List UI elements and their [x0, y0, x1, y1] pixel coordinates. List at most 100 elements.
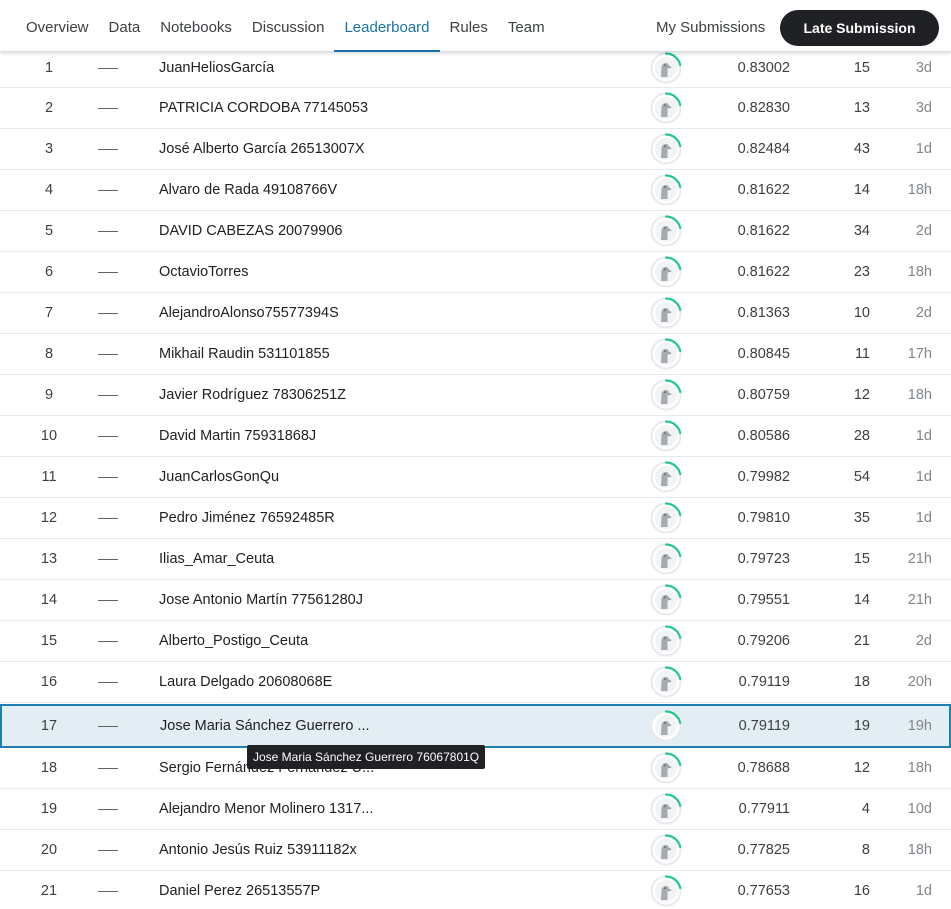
user-avatar-icon[interactable]: [650, 256, 682, 288]
table-row[interactable]: 21 Daniel Perez 26513557P 0.77653 16 1d: [0, 871, 951, 909]
table-row[interactable]: 14 Jose Antonio Martín 77561280J 0.79551 14…: [0, 580, 951, 621]
tab-notebooks[interactable]: Notebooks: [150, 0, 242, 52]
user-avatar-icon[interactable]: [650, 543, 682, 575]
table-row[interactable]: 20 Antonio Jesús Ruiz 53911182x 0.77825 8 18…: [0, 830, 951, 871]
rank-cell: 14: [40, 592, 58, 608]
last-submission-cell: 1d: [915, 141, 932, 157]
table-row[interactable]: 12 Pedro Jiménez 76592485R 0.79810 35 1d: [0, 498, 951, 539]
table-row[interactable]: 1 JuanHeliosGarcía 0.83002 15 3d: [0, 48, 951, 88]
table-row[interactable]: 8 Mikhail Raudin 531101855 0.80845 11 17h: [0, 334, 951, 375]
tab-team[interactable]: Team: [498, 0, 555, 52]
entries-cell: 43: [853, 141, 870, 157]
score-cell: 0.77653: [737, 883, 790, 899]
tab-rules[interactable]: Rules: [440, 0, 498, 52]
user-avatar-icon[interactable]: [650, 133, 682, 165]
rank-cell: 11: [41, 469, 57, 485]
team-name-link[interactable]: Antonio Jesús Ruiz 53911182x: [159, 830, 357, 871]
team-name-link[interactable]: Alejandro Menor Molinero 1317...: [159, 789, 373, 830]
rank-change-dash: [98, 149, 118, 150]
tab-overview[interactable]: Overview: [16, 0, 99, 52]
team-name-link[interactable]: PATRICIA CORDOBA 77145053: [159, 88, 368, 129]
entries-cell: 8: [861, 842, 870, 858]
team-name-link[interactable]: Daniel Perez 26513557P: [159, 871, 320, 909]
score-cell: 0.80759: [737, 387, 790, 403]
table-row[interactable]: 7 AlejandroAlonso75577394S 0.81363 10 2d: [0, 293, 951, 334]
table-row[interactable]: 15 Alberto_Postigo_Ceuta 0.79206 21 2d: [0, 621, 951, 662]
user-avatar-icon[interactable]: [650, 666, 682, 698]
team-name-link[interactable]: Jose Antonio Martín 77561280J: [159, 580, 363, 621]
table-row-highlighted[interactable]: 17 Jose Maria Sánchez Guerrero ... 0.79119…: [0, 704, 951, 748]
team-name-link[interactable]: Laura Delgado 20608068E: [159, 662, 332, 703]
team-name-link[interactable]: Alvaro de Rada 49108766V: [159, 170, 337, 211]
last-submission-cell: 1d: [915, 510, 932, 526]
rank-cell: 21: [40, 883, 58, 899]
user-avatar-icon[interactable]: [650, 710, 682, 742]
score-cell: 0.81622: [737, 182, 790, 198]
tab-discussion[interactable]: Discussion: [242, 0, 335, 52]
last-submission-cell: 2d: [915, 223, 932, 239]
my-submissions-link[interactable]: My Submissions: [656, 0, 765, 52]
user-avatar-icon[interactable]: [650, 92, 682, 124]
user-avatar-icon[interactable]: [650, 625, 682, 657]
last-submission-cell: 20h: [907, 674, 932, 690]
rank-change-dash: [98, 436, 118, 437]
user-avatar-icon[interactable]: [650, 461, 682, 493]
rank-change-dash: [98, 354, 118, 355]
score-cell: 0.82484: [737, 141, 790, 157]
user-avatar-icon[interactable]: [650, 215, 682, 247]
team-name-link[interactable]: Javier Rodríguez 78306251Z: [159, 375, 346, 416]
score-cell: 0.79119: [738, 718, 790, 734]
team-name-link[interactable]: DAVID CABEZAS 20079906: [159, 211, 343, 252]
table-row[interactable]: 13 Ilias_Amar_Ceuta 0.79723 15 21h: [0, 539, 951, 580]
team-name-link[interactable]: Mikhail Raudin 531101855: [159, 334, 330, 375]
rank-cell: 16: [40, 674, 58, 690]
team-name-link[interactable]: Pedro Jiménez 76592485R: [159, 498, 335, 539]
user-avatar-icon[interactable]: [650, 420, 682, 452]
table-row[interactable]: 9 Javier Rodríguez 78306251Z 0.80759 12 18h: [0, 375, 951, 416]
table-row[interactable]: 16 Laura Delgado 20608068E 0.79119 18 20h: [0, 662, 951, 703]
score-cell: 0.81622: [737, 223, 790, 239]
team-name-link[interactable]: José Alberto García 26513007X: [159, 129, 365, 170]
user-avatar-icon[interactable]: [650, 793, 682, 825]
team-name-link[interactable]: David Martin 75931868J: [159, 416, 316, 457]
tab-leaderboard[interactable]: Leaderboard: [334, 0, 440, 52]
table-row[interactable]: 2 PATRICIA CORDOBA 77145053 0.82830 13 3d: [0, 88, 951, 129]
team-name-link[interactable]: Jose Maria Sánchez Guerrero ...: [160, 706, 370, 746]
user-avatar-icon[interactable]: [650, 752, 682, 784]
user-avatar-icon[interactable]: [650, 584, 682, 616]
table-row[interactable]: 3 José Alberto García 26513007X 0.82484 43 1…: [0, 129, 951, 170]
team-name-link[interactable]: OctavioTorres: [159, 252, 248, 293]
user-avatar-icon[interactable]: [650, 875, 682, 907]
team-name-link[interactable]: Alberto_Postigo_Ceuta: [159, 621, 308, 662]
user-avatar-icon[interactable]: [650, 502, 682, 534]
user-avatar-icon[interactable]: [650, 379, 682, 411]
rank-change-dash: [98, 726, 118, 727]
last-submission-cell: 18h: [907, 182, 932, 198]
late-submission-button[interactable]: Late Submission: [780, 10, 939, 46]
tab-data[interactable]: Data: [99, 0, 151, 52]
table-row[interactable]: 5 DAVID CABEZAS 20079906 0.81622 34 2d: [0, 211, 951, 252]
team-name-link[interactable]: JuanHeliosGarcía: [159, 48, 274, 89]
last-submission-cell: 3d: [915, 100, 932, 116]
last-submission-cell: 1d: [915, 469, 932, 485]
user-avatar-icon[interactable]: [650, 338, 682, 370]
rank-change-dash: [98, 190, 118, 191]
entries-cell: 4: [861, 801, 870, 817]
rank-cell: 15: [40, 633, 58, 649]
last-submission-cell: 10d: [907, 801, 932, 817]
user-avatar-icon[interactable]: [650, 834, 682, 866]
table-row[interactable]: 4 Alvaro de Rada 49108766V 0.81622 14 18h: [0, 170, 951, 211]
team-name-link[interactable]: AlejandroAlonso75577394S: [159, 293, 339, 334]
rank-change-dash: [98, 108, 118, 109]
user-avatar-icon[interactable]: [650, 52, 682, 84]
table-row[interactable]: 10 David Martin 75931868J 0.80586 28 1d: [0, 416, 951, 457]
user-avatar-icon[interactable]: [650, 174, 682, 206]
table-row[interactable]: 19 Alejandro Menor Molinero 1317... 0.7791…: [0, 789, 951, 830]
user-avatar-icon[interactable]: [650, 297, 682, 329]
table-row[interactable]: 11 JuanCarlosGonQu 0.79982 54 1d: [0, 457, 951, 498]
table-row[interactable]: 6 OctavioTorres 0.81622 23 18h: [0, 252, 951, 293]
entries-cell: 12: [853, 760, 870, 776]
entries-cell: 28: [853, 428, 870, 444]
team-name-link[interactable]: Ilias_Amar_Ceuta: [159, 539, 274, 580]
team-name-link[interactable]: JuanCarlosGonQu: [159, 457, 279, 498]
